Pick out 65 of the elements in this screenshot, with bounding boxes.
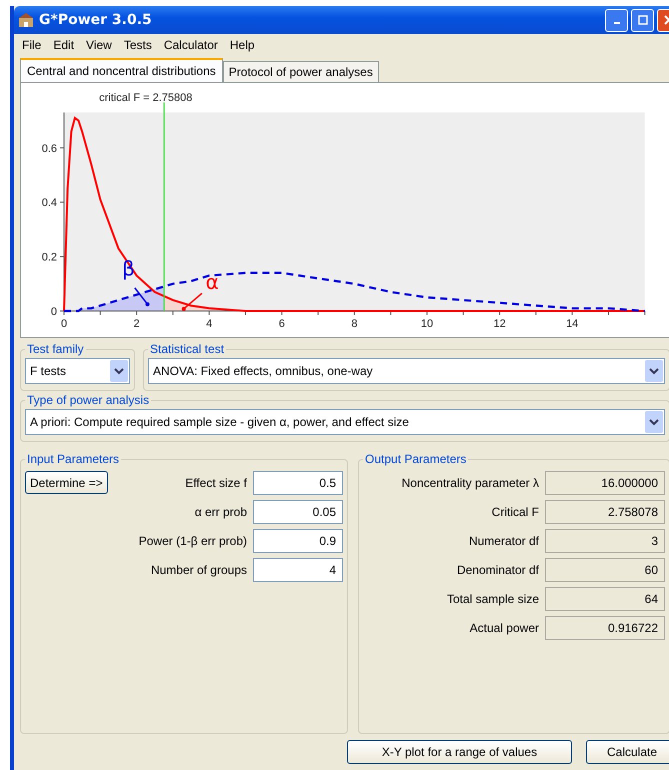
x-tick-label: 14 <box>566 318 578 330</box>
input-field[interactable]: 0.05 <box>253 500 343 524</box>
critical-value-label: critical F = 2.75808 <box>99 92 192 104</box>
output-field: 2.758078 <box>545 500 665 524</box>
parameter-label: Power (1-β err prob) <box>138 534 247 548</box>
determine-button[interactable]: Determine => <box>25 471 108 494</box>
minimize-button[interactable] <box>605 8 628 32</box>
xy-plot-button[interactable]: X-Y plot for a range of values <box>347 740 572 764</box>
pointer-line <box>134 287 150 306</box>
y-tick-label: 0 <box>50 306 57 318</box>
parameter-label: Actual power <box>470 620 539 634</box>
app-icon <box>18 12 34 28</box>
caret-icon <box>645 360 663 382</box>
group-legend: Type of power analysis <box>25 393 152 407</box>
input-field[interactable]: 0.5 <box>253 470 343 494</box>
menu-item[interactable]: File <box>16 36 48 54</box>
x-tick-label: 12 <box>493 318 506 330</box>
output-field: 3 <box>545 528 665 552</box>
tab[interactable]: Central and noncentral distributions <box>20 58 223 82</box>
parameter-label: Critical F <box>492 504 539 518</box>
parameter-label: α err prob <box>194 504 247 518</box>
parameter-label: Denominator df <box>456 562 539 576</box>
output-field: 0.916722 <box>545 616 665 640</box>
parameter-label: Noncentrality parameter λ <box>402 476 539 490</box>
x-tick-label: 6 <box>278 318 285 330</box>
input-field[interactable]: 0.9 <box>253 528 343 552</box>
x-tick-label: 2 <box>134 318 140 330</box>
menu-item[interactable]: Tests <box>118 36 158 54</box>
test-family-dropdown[interactable]: F tests <box>25 358 130 384</box>
menu-item[interactable]: Edit <box>47 36 80 54</box>
tab[interactable]: Protocol of power analyses <box>222 61 379 82</box>
group-legend: Output Parameters <box>363 452 468 466</box>
calculate-button[interactable]: Calculate <box>586 740 669 764</box>
caret-icon <box>645 411 663 433</box>
x-tick-label: 10 <box>420 318 434 330</box>
output-field: 60 <box>545 558 665 582</box>
x-tick-label: 0 <box>60 318 68 330</box>
parameter-label: Effect size f <box>185 476 247 490</box>
menu-item[interactable]: Calculator <box>158 36 224 54</box>
y-tick-label: 0.4 <box>42 197 57 210</box>
window-title: G*Power 3.0.5 <box>39 12 152 28</box>
output-field: 64 <box>545 586 665 610</box>
caret-icon <box>110 360 128 382</box>
parameter-label: Total sample size <box>446 592 539 606</box>
minimize-icon <box>614 22 620 24</box>
parameter-label: Numerator df <box>468 534 539 548</box>
curve-label: β <box>122 256 135 281</box>
power-analysis-dropdown[interactable]: A priori: Compute required sample size - given α, power, and effect size <box>25 409 665 435</box>
menu-item[interactable]: View <box>80 36 118 54</box>
y-tick-label: 0.6 <box>42 142 57 155</box>
maximize-button[interactable] <box>631 8 654 32</box>
maximize-icon <box>638 15 648 25</box>
x-tick-label: 8 <box>351 318 358 330</box>
group-legend: Statistical test <box>148 342 226 356</box>
parameter-label: Number of groups <box>150 562 247 576</box>
output-field: 16.000000 <box>545 470 665 494</box>
pointer-line <box>182 292 202 311</box>
group-legend: Test family <box>25 342 86 356</box>
statistical-test-dropdown[interactable]: ANOVA: Fixed effects, omnibus, one-way <box>148 358 665 384</box>
y-tick-label: 0.2 <box>42 252 57 264</box>
group-legend: Input Parameters <box>25 452 122 466</box>
input-field[interactable]: 4 <box>253 558 343 582</box>
x-tick-label: 4 <box>206 318 212 330</box>
menu-item[interactable]: Help <box>224 36 261 54</box>
curve-label: α <box>206 270 219 294</box>
